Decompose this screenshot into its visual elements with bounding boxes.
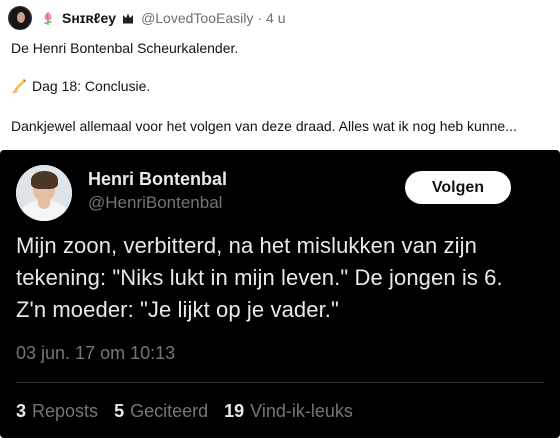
reposts-count: 3 (16, 401, 27, 421)
divider (16, 382, 544, 383)
author-avatar[interactable] (8, 6, 32, 30)
crown-icon (123, 13, 134, 24)
author-name[interactable]: Sʜɪʀℓey (62, 10, 116, 26)
embedded-tweet[interactable]: Henri Bontenbal @HenriBontenbal Volgen M… (0, 150, 560, 438)
pencil-hand-icon (12, 79, 26, 94)
follow-button[interactable]: Volgen (405, 171, 511, 204)
tweet-author-avatar[interactable] (16, 165, 72, 221)
post-time[interactable]: 4 u (266, 10, 285, 26)
post-text-line: De Henri Bontenbal Scheurkalender. (11, 40, 239, 56)
tweet-text-line: Mijn zoon, verbitterd, na het mislukken … (16, 233, 477, 258)
tweet-author-name[interactable]: Henri Bontenbal (88, 169, 227, 190)
quotes-stat[interactable]: 5 Geciteerd (114, 401, 208, 422)
tweet-text-line: tekening: "Niks lukt in mijn leven." De … (16, 265, 503, 290)
tweet-text-line: Z'n moeder: "Je lijkt op je vader." (16, 297, 339, 322)
quotes-count: 5 (114, 401, 125, 421)
tweet-date[interactable]: 03 jun. 17 om 10:13 (16, 343, 175, 364)
likes-count: 19 (224, 401, 245, 421)
post-header: Sʜɪʀℓey @LovedTooEasily · 4 u (8, 6, 285, 30)
post-text-line: Dankjewel allemaal voor het volgen van d… (11, 118, 517, 134)
separator-dot: · (257, 10, 263, 26)
likes-label: Vind-ik-leuks (250, 401, 353, 421)
quotes-label: Geciteerd (130, 401, 209, 421)
post-text-day: Dag 18: Conclusie. (32, 78, 151, 94)
post-text-line: Dag 18: Conclusie. (11, 78, 150, 94)
tweet-stats: 3 Reposts 5 Geciteerd 19 Vind-ik-leuks (16, 401, 369, 422)
flower-icon (44, 12, 52, 25)
reposts-stat[interactable]: 3 Reposts (16, 401, 98, 422)
reposts-label: Reposts (32, 401, 99, 421)
tweet-author-handle[interactable]: @HenriBontenbal (88, 193, 222, 213)
author-handle[interactable]: @LovedTooEasily (141, 10, 253, 26)
likes-stat[interactable]: 19 Vind-ik-leuks (224, 401, 353, 422)
